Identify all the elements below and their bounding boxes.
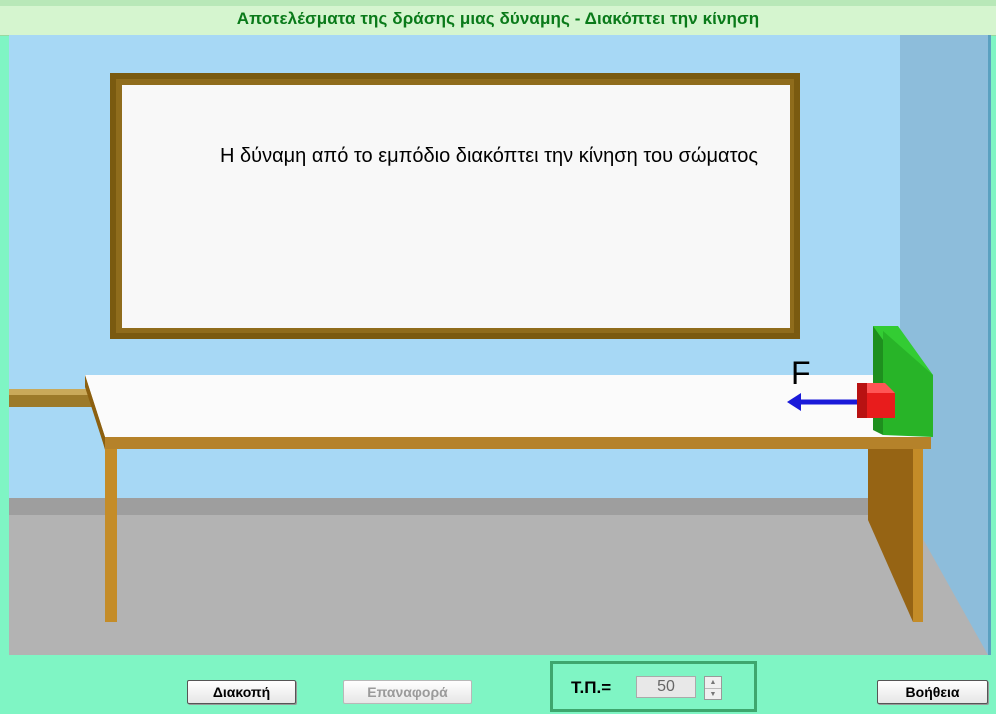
help-button[interactable]: Βοήθεια — [877, 680, 988, 704]
window-title: Αποτελέσματα της δράσης μιας δύναμης - Δ… — [236, 9, 760, 28]
tp-value-input[interactable]: 50 — [636, 676, 696, 698]
table-leg-left-front — [105, 447, 117, 622]
stop-button[interactable]: Διακοπή — [187, 680, 296, 704]
floor-back-shade — [9, 498, 909, 515]
tp-label: Τ.Π.= — [571, 678, 612, 697]
tp-panel: Τ.Π.= 50 ▲ ▼ — [550, 661, 757, 712]
title-top-strip — [0, 0, 996, 6]
obstacle-side — [873, 326, 883, 435]
simulation-scene: Η δύναμη από το εμπόδιο διακόπτει την κί… — [9, 35, 991, 655]
tp-spinner[interactable]: ▲ ▼ — [704, 676, 722, 700]
force-label: F — [791, 355, 811, 391]
moving-box — [867, 393, 895, 418]
board-surface — [122, 85, 790, 328]
spinner-up-icon[interactable]: ▲ — [705, 677, 721, 689]
title-bar: Αποτελέσματα της δράσης μιας δύναμης - Δ… — [0, 0, 996, 36]
table-leg-right-front — [913, 447, 923, 622]
reset-button[interactable]: Επαναφορά — [343, 680, 472, 704]
scene-drawing — [9, 35, 988, 655]
board-message: Η δύναμη από το εμπόδιο διακόπτει την κί… — [220, 145, 758, 167]
box-side — [857, 383, 867, 418]
table-edge — [105, 437, 931, 449]
spinner-down-icon[interactable]: ▼ — [705, 689, 721, 700]
floor — [9, 498, 988, 655]
